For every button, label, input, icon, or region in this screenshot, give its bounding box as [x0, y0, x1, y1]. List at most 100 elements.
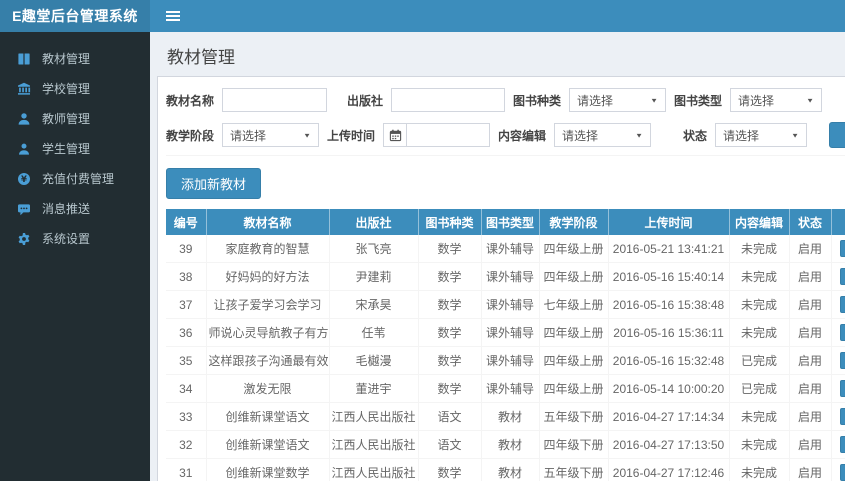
col-header-status: 状态: [789, 209, 832, 235]
row-action-button[interactable]: [839, 436, 845, 453]
cell-content-edit: 已完成: [729, 346, 790, 375]
row-action-button[interactable]: [839, 268, 845, 285]
col-header-stage: 教学阶段: [539, 209, 609, 235]
bank-icon: [16, 82, 31, 96]
row-action-button[interactable]: [839, 296, 845, 313]
cell-type: 课外辅导: [481, 374, 540, 403]
cell-stage: 四年级上册: [539, 346, 609, 375]
cell-stage: 七年级上册: [539, 290, 609, 319]
cell-status: 启用: [789, 235, 832, 263]
cell-actions: [831, 235, 845, 263]
filter-content-edit: 内容编辑 请选择 ▼: [498, 123, 652, 147]
filter-form: 教材名称 出版社 图书种类 请选择 ▼ 图书类型 请选择 ▼ 教学阶段 请选择 …: [166, 77, 845, 156]
row-action-button[interactable]: [839, 380, 845, 397]
cell-content-edit: 未完成: [729, 235, 790, 263]
publisher-input[interactable]: [391, 88, 506, 112]
filter-book-type: 图书类型 请选择 ▼: [674, 88, 823, 112]
sidebar-item-textbook-management[interactable]: 教材管理: [0, 44, 150, 74]
row-action-button[interactable]: [839, 464, 845, 481]
row-action-button[interactable]: [839, 352, 845, 369]
content-edit-select[interactable]: 请选择 ▼: [554, 123, 652, 147]
book-type-select[interactable]: 请选择 ▼: [730, 88, 823, 112]
filter-book-category: 图书种类 请选择 ▼: [513, 88, 667, 112]
textbook-name-label: 教材名称: [166, 93, 215, 108]
gear-icon: [16, 232, 31, 246]
cell-publisher: 尹建莉: [329, 262, 419, 291]
sidebar-item-payment-management[interactable]: ¥ 充值付费管理: [0, 164, 150, 194]
sidebar-item-student-management[interactable]: 学生管理: [0, 134, 150, 164]
cell-actions: [831, 374, 845, 403]
cell-upload-time: 2016-05-16 15:40:14: [608, 262, 730, 291]
search-button[interactable]: 搜索: [829, 122, 845, 148]
cell-type: 课外辅导: [481, 235, 540, 263]
cell-category: 数学: [418, 346, 482, 375]
sidebar-item-label: 系统设置: [42, 232, 91, 246]
cell-type: 课外辅导: [481, 290, 540, 319]
book-icon: [16, 52, 31, 66]
cell-type: 课外辅导: [481, 346, 540, 375]
sidebar-item-school-management[interactable]: 学校管理: [0, 74, 150, 104]
filter-status: 状态 请选择 ▼: [659, 123, 808, 147]
row-action-button[interactable]: [839, 240, 845, 257]
calendar-icon[interactable]: [383, 123, 408, 147]
cell-status: 启用: [789, 346, 832, 375]
cell-status: 启用: [789, 430, 832, 459]
table-row: 35 这样跟孩子沟通最有效 毛樾漫 数学 课外辅导 四年级上册 2016-05-16 15:…: [166, 346, 845, 375]
sidebar: 教材管理 学校管理 教师管理 学生管理 ¥ 充值付费管理 消息推送 系统设置: [0, 32, 150, 481]
filter-upload-time: 上传时间: [327, 123, 491, 147]
teacher-icon: [16, 112, 31, 126]
status-select[interactable]: 请选择 ▼: [715, 123, 808, 147]
cell-name: 师说心灵导航教子有方: [206, 318, 330, 347]
table-row: 36 师说心灵导航教子有方 任苇 数学 课外辅导 四年级上册 2016-05-16 15:3…: [166, 318, 845, 347]
cell-upload-time: 2016-04-27 17:13:50: [608, 430, 730, 459]
sidebar-item-message-push[interactable]: 消息推送: [0, 194, 150, 224]
cell-name: 创维新课堂语文: [206, 402, 330, 431]
cell-publisher: 任苇: [329, 318, 419, 347]
cell-stage: 五年级下册: [539, 458, 609, 481]
cell-actions: [831, 402, 845, 431]
cell-stage: 四年级上册: [539, 235, 609, 263]
row-action-button[interactable]: [839, 324, 845, 341]
sidebar-item-label: 学校管理: [42, 82, 91, 96]
chevron-down-icon: ▼: [650, 96, 659, 104]
table-row: 32 创维新课堂语文 江西人民出版社 语文 教材 四年级下册 2016-04-27 17:1…: [166, 430, 845, 459]
sidebar-item-system-settings[interactable]: 系统设置: [0, 224, 150, 254]
app-logo[interactable]: E趣堂后台管理系统: [0, 0, 150, 32]
cell-category: 数学: [418, 290, 482, 319]
cell-stage: 四年级上册: [539, 374, 609, 403]
cell-type: 课外辅导: [481, 262, 540, 291]
cell-type: 课外辅导: [481, 318, 540, 347]
cell-name: 激发无限: [206, 374, 330, 403]
cell-content-edit: 已完成: [729, 374, 790, 403]
cell-publisher: 宋承昊: [329, 290, 419, 319]
sidebar-item-label: 学生管理: [42, 142, 91, 156]
sidebar-item-teacher-management[interactable]: 教师管理: [0, 104, 150, 134]
cell-actions: [831, 346, 845, 375]
table-row: 37 让孩子爱学习会学习 宋承昊 数学 课外辅导 七年级上册 2016-05-16 15:3…: [166, 290, 845, 319]
chevron-down-icon: ▼: [791, 131, 800, 139]
publisher-label: 出版社: [347, 93, 384, 108]
cell-id: 38: [166, 262, 207, 291]
table-body: 39 家庭教育的智慧 张飞亮 数学 课外辅导 四年级上册 2016-05-21 13:41:…: [166, 235, 845, 481]
row-action-button[interactable]: [839, 408, 845, 425]
page-title: 教材管理: [167, 48, 235, 67]
cell-id: 39: [166, 235, 207, 263]
cell-status: 启用: [789, 374, 832, 403]
student-icon: [16, 142, 31, 156]
upload-time-input[interactable]: [406, 123, 491, 147]
cell-publisher: 江西人民出版社: [329, 458, 419, 481]
cell-content-edit: 未完成: [729, 318, 790, 347]
sidebar-toggle-icon[interactable]: [160, 5, 186, 27]
teaching-stage-select[interactable]: 请选择 ▼: [222, 123, 320, 147]
navbar: [150, 0, 845, 32]
book-category-select[interactable]: 请选择 ▼: [569, 88, 667, 112]
cell-type: 教材: [481, 430, 540, 459]
sidebar-item-label: 充值付费管理: [42, 172, 115, 186]
cell-id: 35: [166, 346, 207, 375]
textbook-name-input[interactable]: [222, 88, 328, 112]
cell-upload-time: 2016-05-16 15:32:48: [608, 346, 730, 375]
col-header-type: 图书类型: [481, 209, 540, 235]
status-label: 状态: [683, 128, 708, 143]
cell-status: 启用: [789, 458, 832, 481]
add-textbook-button[interactable]: 添加新教材: [166, 168, 262, 199]
